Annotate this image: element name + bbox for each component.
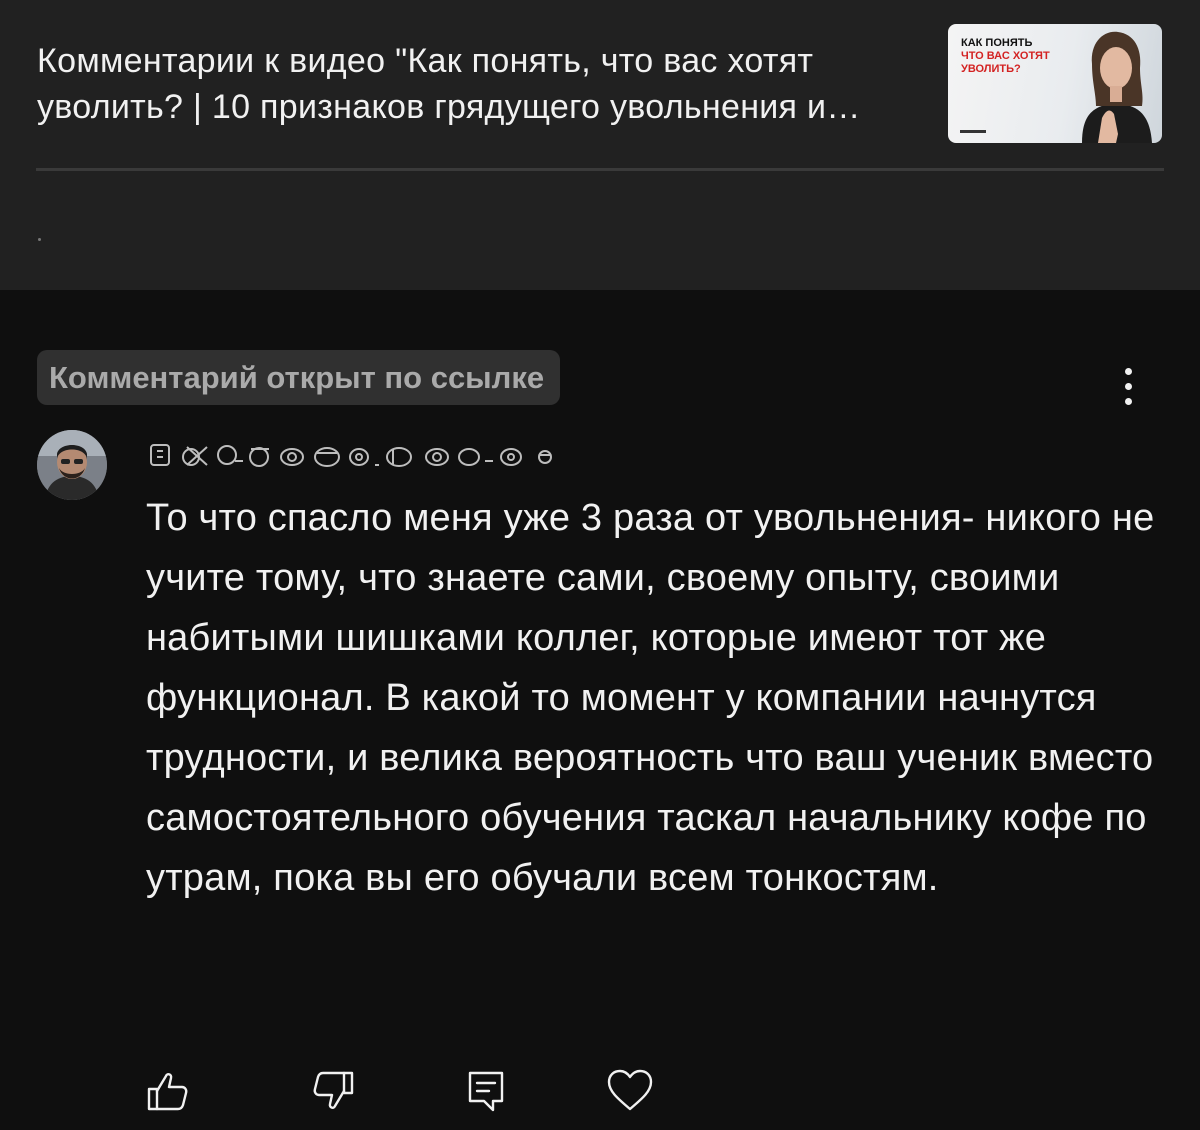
reply-icon [468, 1071, 504, 1112]
more-dot-icon [1124, 382, 1132, 390]
header-divider [36, 168, 1164, 171]
thumbnail-person-image [1082, 31, 1152, 143]
header-dot [38, 238, 41, 241]
linked-comment-badge: Комментарий открыт по ссылке [37, 350, 561, 405]
video-title[interactable]: Комментарии к видео "Как понять, что вас… [37, 38, 927, 130]
thumbnail-caption: КАК ПОНЯТЬ ЧТО ВАС ХОТЯТ УВОЛИТЬ? [961, 37, 1050, 76]
thumbnail-brand-logo [960, 130, 986, 133]
more-dot-icon [1124, 367, 1132, 375]
author-handle-obscured[interactable] [147, 435, 627, 475]
thumbnail-caption-line3: УВОЛИТЬ? [961, 63, 1021, 75]
video-header: Комментарии к видео "Как понять, что вас… [0, 0, 1200, 290]
comment-actions [0, 1063, 1200, 1123]
thumbnail-caption-line1: КАК ПОНЯТЬ [961, 37, 1033, 49]
author-avatar[interactable] [37, 430, 107, 500]
video-thumbnail[interactable]: КАК ПОНЯТЬ ЧТО ВАС ХОТЯТ УВОЛИТЬ? [948, 24, 1162, 143]
avatar-image [37, 430, 107, 500]
more-dot-icon [1124, 397, 1132, 405]
thumbs-up-icon [147, 1073, 188, 1111]
heart-button[interactable] [602, 1063, 658, 1119]
dislike-button[interactable] [306, 1063, 362, 1119]
thumbs-down-icon [313, 1071, 354, 1109]
thumbnail-caption-line2: ЧТО ВАС ХОТЯТ [961, 50, 1050, 62]
more-options-button[interactable] [1108, 362, 1148, 410]
reply-button[interactable] [457, 1063, 513, 1119]
heart-icon [607, 1069, 653, 1111]
comment-body: То что спасло меня уже 3 раза от увольне… [146, 497, 1155, 899]
like-button[interactable] [139, 1063, 195, 1119]
